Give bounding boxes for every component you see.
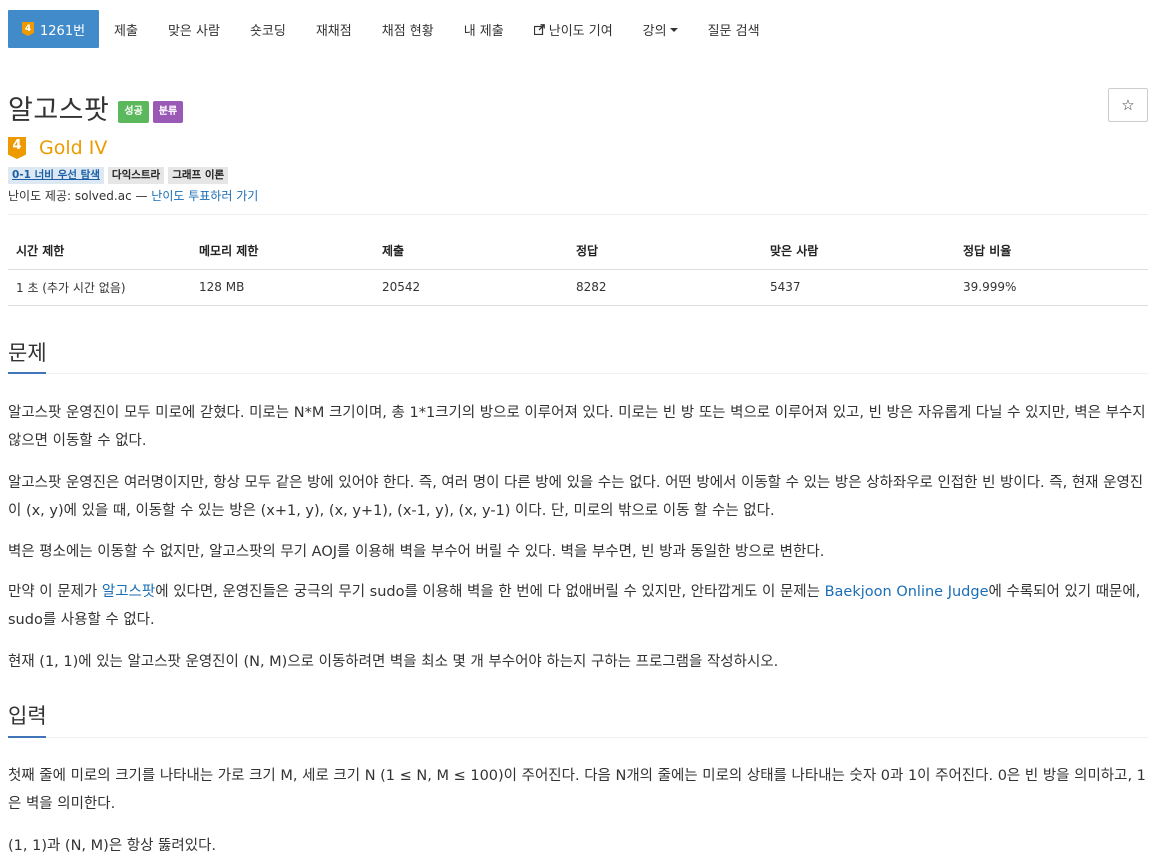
cell-time-limit: 1 초 (추가 시간 없음) [8,269,191,306]
nav-tab-problem[interactable]: 4 1261번 [8,10,100,48]
difficulty-vote-link[interactable]: 난이도 투표하러 가기 [151,189,258,203]
table-header-row: 시간 제한 메모리 제한 제출 정답 맞은 사람 정답 비율 [8,233,1148,270]
tag-01-bfs[interactable]: 0-1 너비 우선 탐색 [8,167,104,184]
problem-section-heading: 문제 [8,341,47,365]
header-memory-limit: 메모리 제한 [191,233,374,270]
nav-tab-problem-label: 1261번 [40,23,86,39]
cell-accepted: 8282 [568,269,762,306]
tier-icon: 4 [8,137,26,159]
problem-paragraph-5: 현재 (1, 1)에 있는 알고스팟 운영진이 (N, M)으로 이동하려면 벽… [8,654,779,670]
problem-paragraph-3: 벽은 평소에는 이동할 수 없지만, 알고스팟의 무기 AOJ를 이용해 벽을 … [8,544,825,560]
input-paragraph-1: 첫째 줄에 미로의 크기를 나타내는 가로 크기 M, 세로 크기 N (1 ≤… [8,768,1146,812]
nav-tab-solvers[interactable]: 맞은 사람 [153,10,235,48]
nav-tab-difficulty-label: 난이도 기여 [548,23,613,39]
page-title: 알고스팟 [8,95,110,126]
favorite-star-button[interactable]: ☆ [1108,88,1148,122]
header-solvers: 맞은 사람 [762,233,955,270]
divider [8,214,1148,215]
nav-tab-lecture-label: 강의 [642,23,667,39]
nav-tab-lecture[interactable]: 강의 [628,10,693,48]
nav-tab-submit[interactable]: 제출 [99,10,153,48]
input-paragraph-2: (1, 1)과 (N, M)은 항상 뚫려있다. [8,838,217,854]
cell-solvers: 5437 [762,269,955,306]
nav-tab-my-submissions[interactable]: 내 제출 [449,10,519,48]
cell-accept-ratio: 39.999% [955,269,1148,306]
tag-dijkstra[interactable]: 다익스트라 [107,167,165,184]
cell-memory-limit: 128 MB [191,269,374,306]
problem-info-table: 시간 제한 메모리 제한 제출 정답 맞은 사람 정답 비율 1 초 (추가 시… [8,233,1148,306]
heading-underline [8,736,46,738]
nav-tab-status[interactable]: 채점 현황 [367,10,449,48]
tier-badge-icon: 4 [22,22,34,36]
boj-link[interactable]: Baekjoon Online Judge [825,584,989,600]
difficulty-provider: 난이도 제공: solved.ac — 난이도 투표하러 가기 [8,187,258,204]
input-section-heading: 입력 [8,704,47,728]
success-badge[interactable]: 성공 [118,100,149,123]
problem-title-row: 알고스팟 성공 분류 [8,88,184,127]
table-row: 1 초 (추가 시간 없음) 128 MB 20542 8282 5437 39… [8,269,1148,306]
algospot-link[interactable]: 알고스팟 [102,584,155,600]
nav-tab-difficulty-contribute[interactable]: 난이도 기여 [519,10,628,48]
header-submissions: 제출 [374,233,568,270]
external-link-icon [533,23,545,35]
nav-tab-question-search[interactable]: 질문 검색 [693,10,775,48]
category-badge[interactable]: 분류 [152,100,184,123]
header-accepted: 정답 [568,233,762,270]
section-divider [8,373,1148,374]
p4-text-a: 만약 이 문제가 [8,584,102,600]
difficulty-provider-text: 난이도 제공: solved.ac — [8,189,152,203]
tier-label: Gold IV [39,137,108,159]
header-time-limit: 시간 제한 [8,233,191,270]
tier-row: 4 Gold IV [8,137,107,159]
section-divider [8,737,1148,738]
cell-submissions: 20542 [374,269,568,306]
problem-nav: 4 1261번 제출 맞은 사람 숏코딩 재채점 채점 현황 내 제출 난이도 … [8,10,775,48]
nav-tab-short-coding[interactable]: 숏코딩 [235,10,301,48]
tag-graph-theory[interactable]: 그래프 이론 [168,167,229,184]
problem-paragraph-2: 알고스팟 운영진은 여러명이지만, 항상 모두 같은 방에 있어야 한다. 즉,… [8,475,1144,519]
p4-text-b: 에 있다면, 운영진들은 궁극의 무기 sudo를 이용해 벽을 한 번에 다 … [155,584,825,600]
nav-tab-rejudge[interactable]: 재채점 [301,10,367,48]
heading-underline [8,372,46,374]
star-icon: ☆ [1121,96,1135,114]
header-accept-ratio: 정답 비율 [955,233,1148,270]
algorithm-tags: 0-1 너비 우선 탐색 다익스트라 그래프 이론 [8,167,232,184]
problem-paragraph-1: 알고스팟 운영진이 모두 미로에 갇혔다. 미로는 N*M 크기이며, 총 1*… [8,405,1146,449]
chevron-down-icon [669,27,678,32]
problem-paragraph-4: 만약 이 문제가 알고스팟에 있다면, 운영진들은 궁극의 무기 sudo를 이… [8,578,1150,634]
